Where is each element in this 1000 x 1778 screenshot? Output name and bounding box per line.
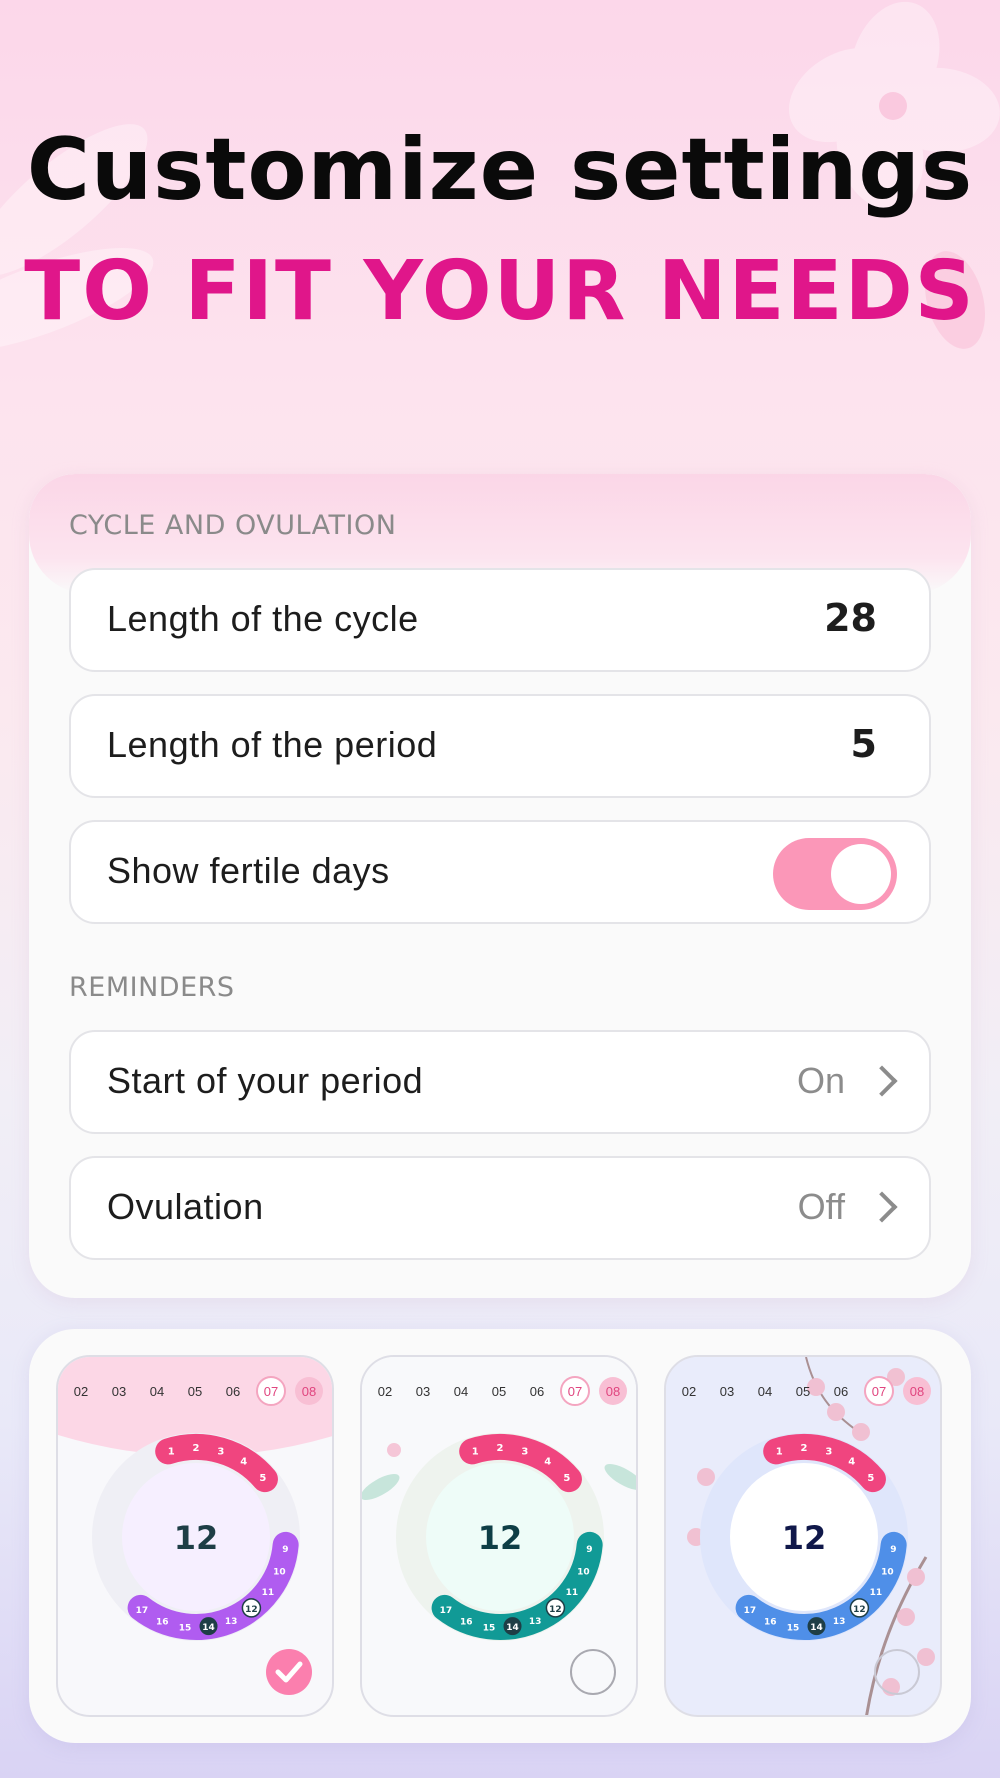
theme-option-purple[interactable]: 02 03 04 05 06 07 08 1 2 3 4 5 9 10 11 12 13 14 15 16 17 12 [56, 1355, 334, 1717]
date-label: 04 [758, 1384, 772, 1399]
fertile-day-label: 10 [881, 1568, 894, 1578]
period-day-label: 4 [848, 1457, 855, 1468]
period-day-label: 3 [825, 1446, 832, 1457]
date-label: 05 [188, 1384, 202, 1399]
cycle-length-label: Length of the cycle [107, 598, 419, 639]
date-label: 05 [492, 1384, 506, 1399]
toggle-knob [831, 844, 891, 904]
fertile-day-label: 15 [483, 1623, 496, 1633]
hero-title: Customize settings [26, 120, 974, 220]
period-day-label: 1 [472, 1446, 479, 1457]
date-label: 03 [720, 1384, 734, 1399]
date-label: 05 [796, 1384, 810, 1399]
unselected-radio-icon[interactable] [874, 1649, 920, 1695]
fertile-day-label: 9 [586, 1545, 592, 1555]
center-day: 12 [478, 1519, 523, 1557]
fertile-day-label: 10 [577, 1568, 590, 1578]
hero-subtitle: TO FIT YOUR NEEDS [24, 244, 976, 339]
date-label: 02 [682, 1384, 696, 1399]
date-label: 07 [872, 1384, 886, 1399]
period-reminder-status: On [796, 1060, 845, 1101]
theme-option-teal[interactable]: 02 03 04 05 06 07 08 1 2 3 4 5 9 10 11 12 13 14 15 16 17 12 [360, 1355, 638, 1717]
fertile-day-label: 17 [136, 1606, 149, 1616]
ovulation-reminder-status: Off [797, 1186, 845, 1227]
chevron-right-icon [866, 1191, 898, 1223]
period-length-label: Length of the period [107, 724, 438, 765]
fertile-day-label: 14 [506, 1623, 519, 1633]
section-label-reminders: REMINDERS [69, 972, 235, 1003]
period-day-label: 3 [217, 1446, 224, 1457]
fertile-day-label: 13 [529, 1617, 542, 1627]
fertile-day-label: 14 [810, 1623, 823, 1633]
fertile-days-toggle[interactable] [773, 838, 897, 910]
period-day-label: 1 [776, 1446, 783, 1457]
date-label: 03 [112, 1384, 126, 1399]
date-label: 06 [530, 1384, 544, 1399]
center-day: 12 [174, 1519, 219, 1557]
fertile-day-label: 14 [202, 1623, 215, 1633]
date-label: 08 [606, 1384, 620, 1399]
date-label: 06 [226, 1384, 240, 1399]
selected-check-icon[interactable] [266, 1649, 312, 1695]
period-day-label: 5 [259, 1473, 266, 1484]
period-day-label: 2 [801, 1443, 808, 1454]
fertile-day-label: 9 [282, 1545, 288, 1555]
center-day: 12 [782, 1519, 827, 1557]
fertile-day-label: 12 [245, 1605, 258, 1615]
settings-card: CYCLE AND OVULATION Length of the cycle … [29, 474, 971, 1298]
date-label: 02 [74, 1384, 88, 1399]
date-label: 08 [302, 1384, 316, 1399]
period-reminder-label: Start of your period [107, 1060, 424, 1101]
fertile-day-label: 12 [549, 1605, 562, 1615]
fertile-day-label: 13 [833, 1617, 846, 1627]
cycle-length-row[interactable]: Length of the cycle 28 [69, 568, 931, 672]
period-day-label: 2 [497, 1443, 504, 1454]
fertile-day-label: 16 [460, 1617, 473, 1627]
themes-card: 02 03 04 05 06 07 08 1 2 3 4 5 9 10 11 12 13 14 15 16 17 12 0… [29, 1329, 971, 1743]
fertile-day-label: 11 [262, 1588, 275, 1598]
date-label: 04 [150, 1384, 164, 1399]
fertile-days-row: Show fertile days [69, 820, 931, 924]
fertile-day-label: 15 [787, 1623, 800, 1633]
chevron-right-icon [866, 1065, 898, 1097]
section-label-cycle: CYCLE AND OVULATION [69, 510, 397, 541]
date-label: 07 [264, 1384, 278, 1399]
fertile-day-label: 11 [870, 1588, 883, 1598]
cycle-length-value: 28 [824, 596, 877, 640]
date-label: 02 [378, 1384, 392, 1399]
fertile-day-label: 10 [273, 1568, 286, 1578]
date-label: 04 [454, 1384, 468, 1399]
date-label: 07 [568, 1384, 582, 1399]
period-day-label: 4 [544, 1457, 551, 1468]
period-day-label: 4 [240, 1457, 247, 1468]
ovulation-reminder-label: Ovulation [107, 1186, 264, 1227]
hero: Customize settings TO FIT YOUR NEEDS [0, 120, 1000, 342]
period-length-value: 5 [850, 722, 877, 766]
period-day-label: 2 [193, 1443, 200, 1454]
period-day-label: 3 [521, 1446, 528, 1457]
fertile-day-label: 17 [440, 1606, 453, 1616]
fertile-days-label: Show fertile days [107, 850, 390, 891]
period-day-label: 5 [563, 1473, 570, 1484]
fertile-day-label: 15 [179, 1623, 192, 1633]
ovulation-reminder-row[interactable]: Ovulation Off [69, 1156, 931, 1260]
theme-option-blossom[interactable]: 02 03 04 05 06 07 08 1 2 3 4 5 9 10 11 12 13 14 15 16 17 12 [664, 1355, 942, 1717]
fertile-day-label: 11 [566, 1588, 579, 1598]
date-label: 08 [910, 1384, 924, 1399]
period-day-label: 5 [867, 1473, 874, 1484]
date-label: 06 [834, 1384, 848, 1399]
fertile-day-label: 12 [853, 1605, 866, 1615]
fertile-day-label: 16 [764, 1617, 777, 1627]
period-day-label: 1 [168, 1446, 175, 1457]
date-label: 03 [416, 1384, 430, 1399]
fertile-day-label: 17 [744, 1606, 757, 1616]
unselected-radio-icon[interactable] [570, 1649, 616, 1695]
fertile-day-label: 9 [890, 1545, 896, 1555]
fertile-day-label: 13 [225, 1617, 238, 1627]
period-reminder-row[interactable]: Start of your period On [69, 1030, 931, 1134]
period-length-row[interactable]: Length of the period 5 [69, 694, 931, 798]
fertile-day-label: 16 [156, 1617, 169, 1627]
